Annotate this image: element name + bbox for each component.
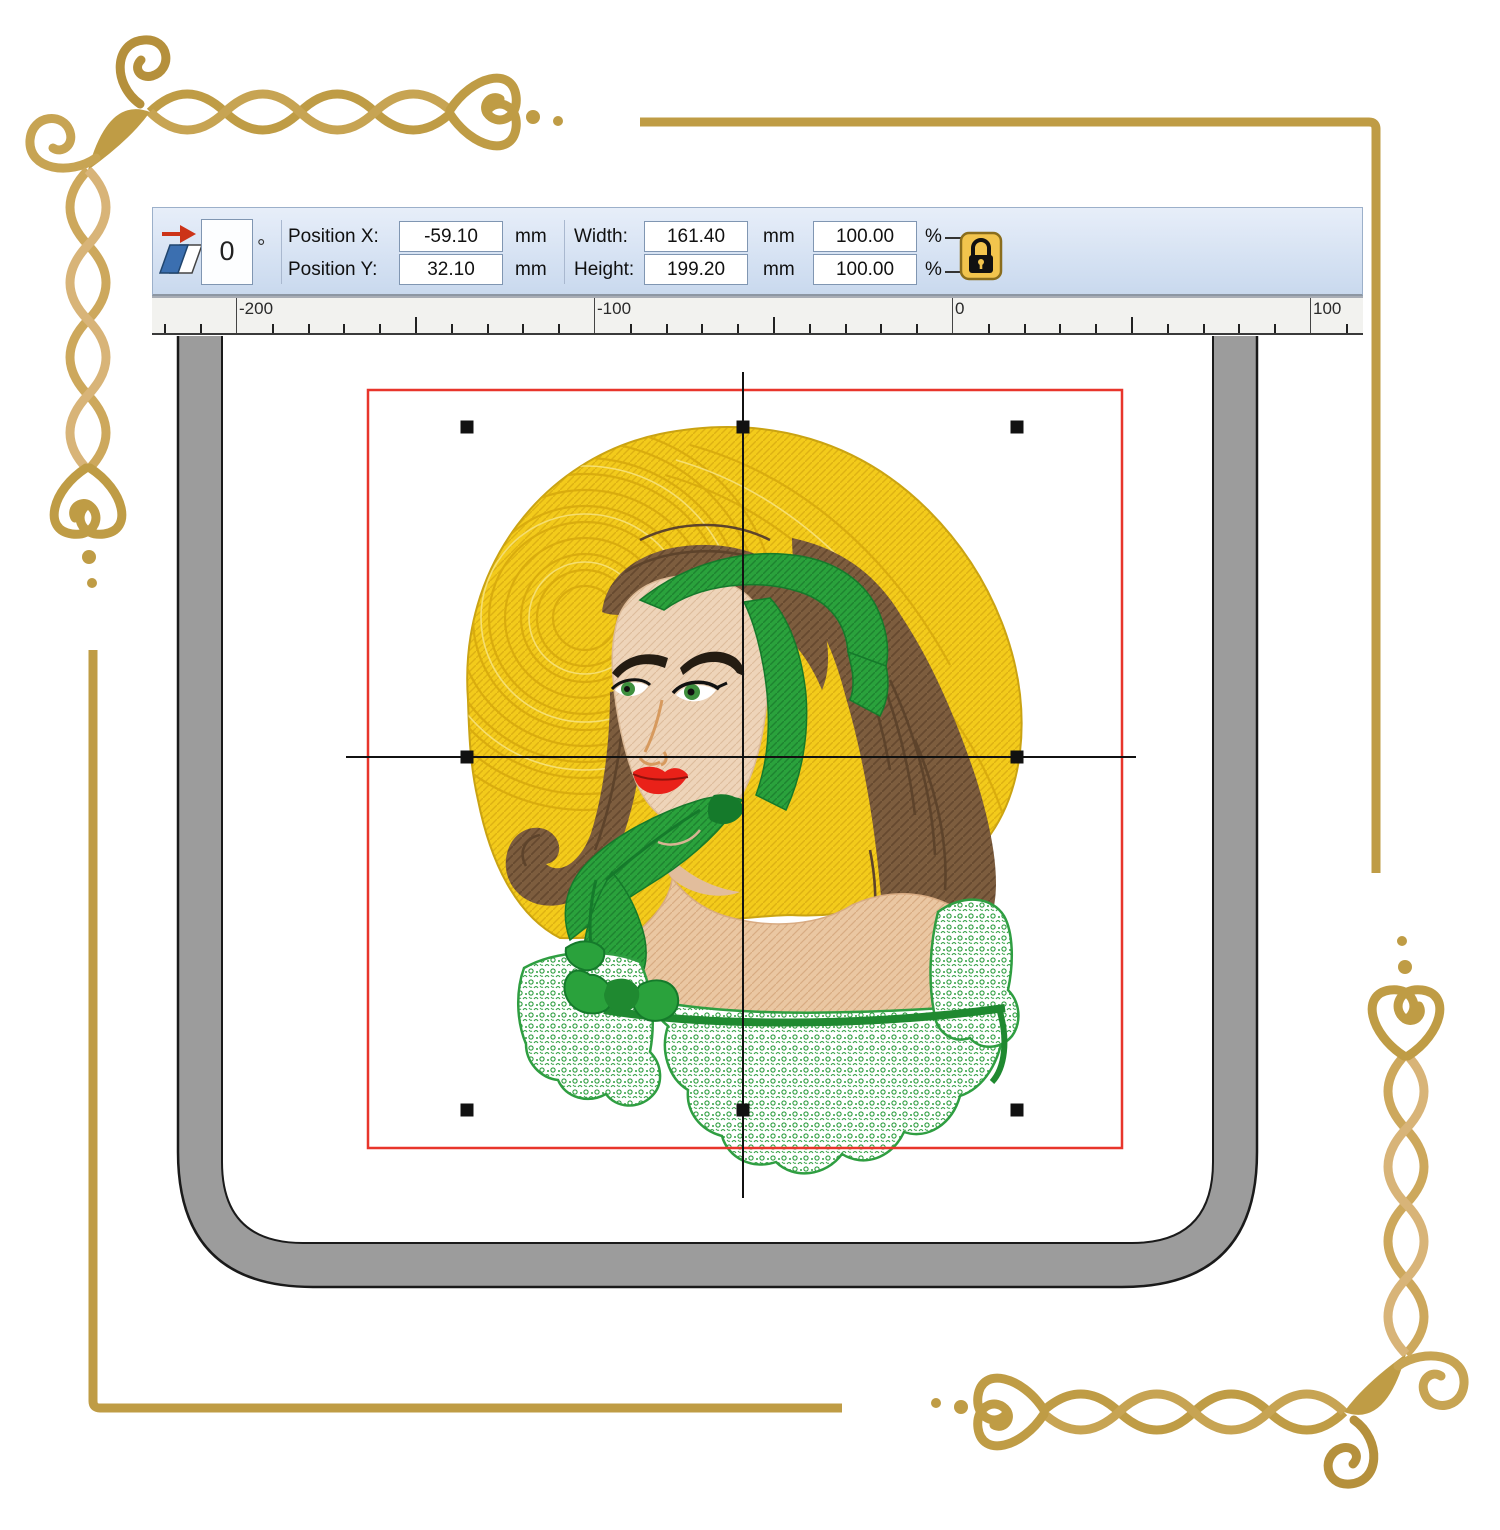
ruler-tick	[845, 324, 847, 333]
ruler-tick	[379, 324, 381, 333]
position-y-unit: mm	[515, 259, 547, 281]
position-y-label: Position Y:	[288, 259, 377, 281]
ruler-tick	[594, 298, 595, 333]
selection-handle[interactable]	[461, 421, 474, 434]
ruler-tick	[916, 324, 918, 333]
ruler-tick	[1203, 324, 1205, 333]
height-label: Height:	[574, 259, 634, 281]
ruler-tick	[1346, 324, 1348, 333]
rotate-skew-icon	[158, 221, 204, 279]
scale-x-input[interactable]: 100.00	[813, 221, 917, 252]
position-x-label: Position X:	[288, 226, 379, 248]
ruler-label: -100	[597, 299, 631, 319]
ruler-tick	[451, 324, 453, 333]
position-x-input[interactable]: -59.10	[399, 221, 503, 252]
height-unit: mm	[763, 259, 795, 281]
scale-y-input[interactable]: 100.00	[813, 254, 917, 285]
ruler-tick	[952, 298, 953, 333]
embroidery-app-window: 0 ° Position X: -59.10 mm Position Y: 32…	[0, 0, 1500, 1530]
degree-symbol: °	[257, 236, 265, 260]
ruler-tick	[1024, 324, 1026, 333]
ruler-tick	[737, 324, 739, 333]
ruler-tick	[1274, 324, 1276, 333]
toolbar-separator	[564, 220, 565, 284]
ruler-tick	[630, 324, 632, 333]
ruler-tick	[666, 324, 668, 333]
ruler-tick	[415, 317, 417, 333]
ruler-tick	[773, 317, 775, 333]
ruler-label: -200	[239, 299, 273, 319]
ruler-tick	[558, 324, 560, 333]
ruler-tick	[236, 298, 237, 333]
ruler-tick	[1310, 298, 1311, 333]
width-unit: mm	[763, 226, 795, 248]
ruler-label: 0	[955, 299, 964, 319]
ruler-tick	[343, 324, 345, 333]
selection-handle[interactable]	[1011, 421, 1024, 434]
ruler-label: 100	[1313, 299, 1341, 319]
ruler-tick	[1059, 324, 1061, 333]
ruler: -200 -100 0 100	[152, 296, 1363, 335]
ruler-tick	[1167, 324, 1169, 333]
width-input[interactable]: 161.40	[644, 221, 748, 252]
ruler-tick	[1131, 317, 1133, 333]
ruler-tick	[308, 324, 310, 333]
ruler-tick	[988, 324, 990, 333]
rotation-input[interactable]: 0	[201, 219, 253, 285]
ruler-tick	[522, 324, 524, 333]
ruler-tick	[809, 324, 811, 333]
scale-x-unit: %	[925, 226, 942, 248]
width-label: Width:	[574, 226, 628, 248]
toolbar-separator	[281, 220, 282, 284]
selection-handle[interactable]	[1011, 1104, 1024, 1117]
ruler-tick	[487, 324, 489, 333]
selection-handle[interactable]	[737, 421, 750, 434]
scale-y-unit: %	[925, 259, 942, 281]
selection-handle[interactable]	[461, 751, 474, 764]
ruler-tick	[200, 324, 202, 333]
position-y-input[interactable]: 32.10	[399, 254, 503, 285]
ruler-tick	[272, 324, 274, 333]
height-input[interactable]: 199.20	[644, 254, 748, 285]
selection-handle[interactable]	[737, 1104, 750, 1117]
aspect-lock-icon[interactable]	[945, 226, 1015, 292]
ruler-tick	[1238, 324, 1240, 333]
ruler-tick	[880, 324, 882, 333]
ruler-tick	[701, 324, 703, 333]
ruler-tick	[164, 324, 166, 333]
ruler-tick	[1095, 324, 1097, 333]
selection-handle[interactable]	[461, 1104, 474, 1117]
selection-handle[interactable]	[1011, 751, 1024, 764]
position-x-unit: mm	[515, 226, 547, 248]
transform-toolbar: 0 ° Position X: -59.10 mm Position Y: 32…	[152, 207, 1363, 296]
